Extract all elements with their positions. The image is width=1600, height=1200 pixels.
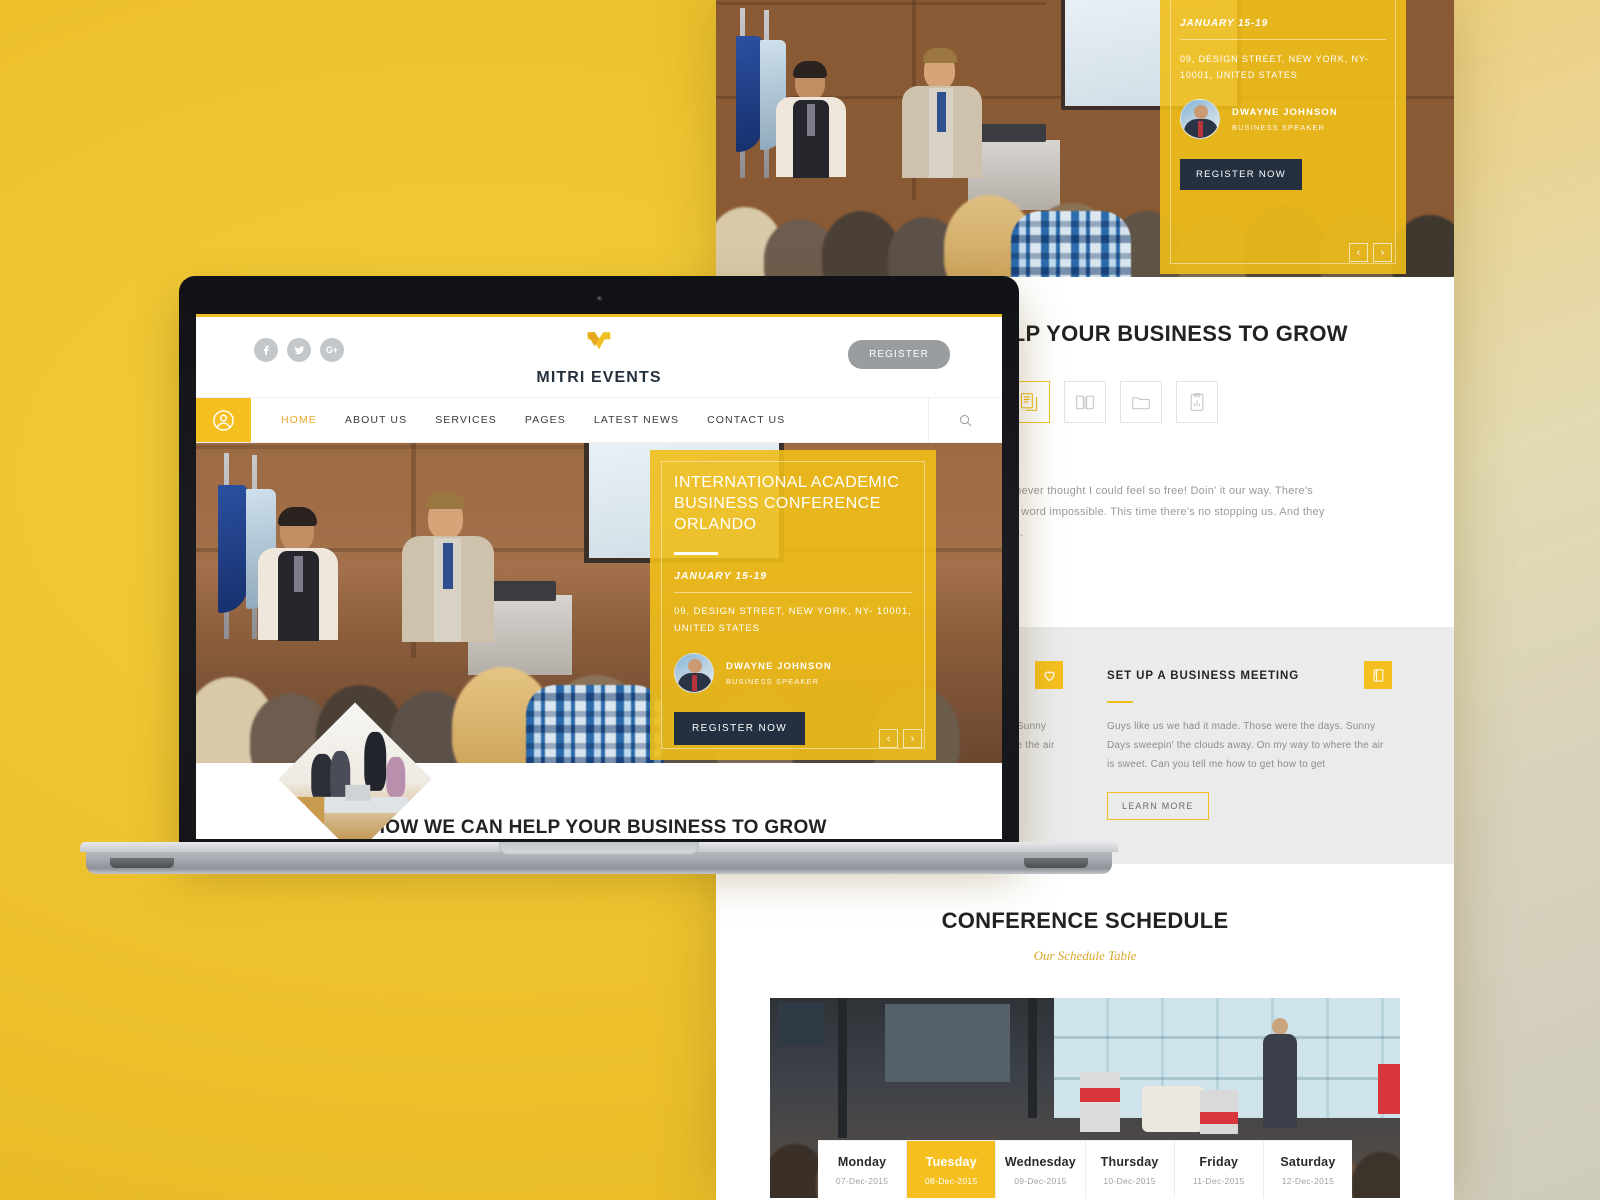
register-button[interactable]: REGISTER <box>848 340 950 369</box>
schedule-section: CONFERENCE SCHEDULE Our Schedule Table M… <box>716 864 1454 1200</box>
nav-menu: HOME ABOUT US SERVICES PAGES LATEST NEWS… <box>251 398 928 442</box>
social-links: G+ <box>254 338 344 362</box>
hero-divider <box>674 552 718 555</box>
hero-date: JANUARY 15-19 <box>1180 18 1269 29</box>
tab-day-label: Tuesday <box>925 1155 977 1169</box>
tab-day-label: Thursday <box>1100 1155 1159 1169</box>
mitri-m-logo-icon <box>587 332 611 350</box>
hero-address: 09, DESIGN STREET, NEW YORK, NY- 10001, … <box>1180 54 1369 80</box>
laptop-foot-left <box>110 858 174 868</box>
meeting-body: Guys like us we had it made. Those were … <box>1107 721 1384 770</box>
tab-day-label: Wednesday <box>1004 1155 1076 1169</box>
nav-item-services[interactable]: SERVICES <box>435 414 497 426</box>
tab-day-label: Monday <box>837 1155 887 1169</box>
hero-speaker: DWAYNE JOHNSON BUSINESS SPEAKER <box>1180 99 1386 139</box>
hero-slider-nav[interactable]: ‹ › <box>1349 243 1392 262</box>
book-cover-icon <box>1364 661 1392 689</box>
hero-address: 09, DESIGN STREET, NEW YORK, NY- 10001, … <box>674 606 912 634</box>
tab-date-label: 10-Dec-2015 <box>1103 1176 1156 1186</box>
tab-date-label: 12-Dec-2015 <box>1281 1176 1335 1186</box>
hero-next-button[interactable]: › <box>1373 243 1392 262</box>
user-avatar-icon[interactable] <box>196 398 251 442</box>
laptop-base <box>80 842 1118 874</box>
facebook-icon[interactable] <box>254 338 278 362</box>
tab-date-label: 11-Dec-2015 <box>1192 1176 1245 1186</box>
schedule-day-tabs: Monday 07-Dec-2015 Tuesday 08-Dec-2015 W… <box>818 1141 1352 1198</box>
schedule-tab-saturday[interactable]: Saturday 12-Dec-2015 <box>1264 1141 1352 1198</box>
below-hero-section: HOW WE CAN HELP YOUR BUSINESS TO GROW <box>196 702 1002 839</box>
register-now-button[interactable]: REGISTER NOW <box>1180 159 1303 190</box>
schedule-tab-monday[interactable]: Monday 07-Dec-2015 <box>818 1141 908 1198</box>
twitter-icon[interactable] <box>287 338 311 362</box>
hero-slider: INTERNATIONAL ACADEMIC BUSINESS CONFEREN… <box>196 443 1002 763</box>
meeting-title: SET UP A BUSINESS MEETING <box>1107 670 1300 682</box>
tab-folder-icon[interactable] <box>1120 381 1162 423</box>
laptop-camera <box>596 296 602 301</box>
schedule-tab-friday[interactable]: Friday 11-Dec-2015 <box>1175 1141 1264 1198</box>
speaker-role: BUSINESS SPEAKER <box>726 676 820 686</box>
speaker-name: DWAYNE JOHNSON <box>1232 106 1338 118</box>
speaker-name: DWAYNE JOHNSON <box>726 660 832 672</box>
tab-date-label: 07-Dec-2015 <box>835 1176 889 1186</box>
brand-name: MITRI EVENTS <box>536 369 662 386</box>
main-navigation: HOME ABOUT US SERVICES PAGES LATEST NEWS… <box>196 397 1002 443</box>
avatar <box>674 653 714 693</box>
hero-slider-nav[interactable]: ‹ › <box>879 729 922 748</box>
tab-day-label: Saturday <box>1280 1155 1336 1169</box>
desktop-hero-photo: INTERNATIONAL ACADEMIC BUSINESS CONFEREN… <box>716 0 1454 277</box>
nav-item-latest-news[interactable]: LATEST NEWS <box>594 414 679 426</box>
hero-title: INTERNATIONAL ACADEMIC BUSINESS CONFEREN… <box>674 474 900 533</box>
meeting-card: SET UP A BUSINESS MEETING Guys like us w… <box>1085 661 1414 820</box>
nav-item-contact-us[interactable]: CONTACT US <box>707 414 785 426</box>
hero-card: INTERNATIONAL ACADEMIC BUSINESS CONFEREN… <box>650 450 936 760</box>
laptop-lid: G+ MITRI EVENTS REGISTER HOME ABOUT US S… <box>179 276 1019 853</box>
google-plus-icon[interactable]: G+ <box>320 338 344 362</box>
laptop-mockup: G+ MITRI EVENTS REGISTER HOME ABOUT US S… <box>80 276 1118 896</box>
laptop-notch <box>499 842 699 855</box>
speaker-role: BUSINESS SPEAKER <box>1232 122 1326 132</box>
nav-item-home[interactable]: HOME <box>281 414 317 426</box>
hero-next-button[interactable]: › <box>903 729 922 748</box>
schedule-tab-wednesday[interactable]: Wednesday 09-Dec-2015 <box>996 1141 1086 1198</box>
hero-date: JANUARY 15-19 <box>674 570 768 582</box>
laptop-screen: G+ MITRI EVENTS REGISTER HOME ABOUT US S… <box>196 314 1002 839</box>
tab-date-label: 09-Dec-2015 <box>1014 1176 1067 1186</box>
desktop-hero-card: INTERNATIONAL ACADEMIC BUSINESS CONFEREN… <box>1160 0 1406 274</box>
avatar <box>1180 99 1220 139</box>
schedule-tab-tuesday[interactable]: Tuesday 08-Dec-2015 <box>907 1141 997 1198</box>
hero-prev-button[interactable]: ‹ <box>879 729 898 748</box>
register-now-button[interactable]: REGISTER NOW <box>674 712 806 745</box>
meeting-learn-more-button[interactable]: LEARN MORE <box>1107 792 1209 820</box>
site-header: G+ MITRI EVENTS REGISTER <box>196 314 1002 397</box>
schedule-title: CONFERENCE SCHEDULE <box>941 908 1229 933</box>
schedule-photo: Monday 07-Dec-2015 Tuesday 08-Dec-2015 W… <box>770 998 1400 1198</box>
tab-clipboard-chart-icon[interactable] <box>1176 381 1218 423</box>
schedule-tab-thursday[interactable]: Thursday 10-Dec-2015 <box>1086 1141 1175 1198</box>
nav-item-pages[interactable]: PAGES <box>525 414 566 426</box>
nav-item-about-us[interactable]: ABOUT US <box>345 414 407 426</box>
hero-prev-button[interactable]: ‹ <box>1349 243 1368 262</box>
laptop-foot-right <box>1024 858 1088 868</box>
search-icon[interactable] <box>928 398 1002 442</box>
tab-day-label: Friday <box>1199 1155 1239 1169</box>
tab-date-label: 08-Dec-2015 <box>925 1176 978 1186</box>
schedule-subtitle: Our Schedule Table <box>1033 948 1137 963</box>
